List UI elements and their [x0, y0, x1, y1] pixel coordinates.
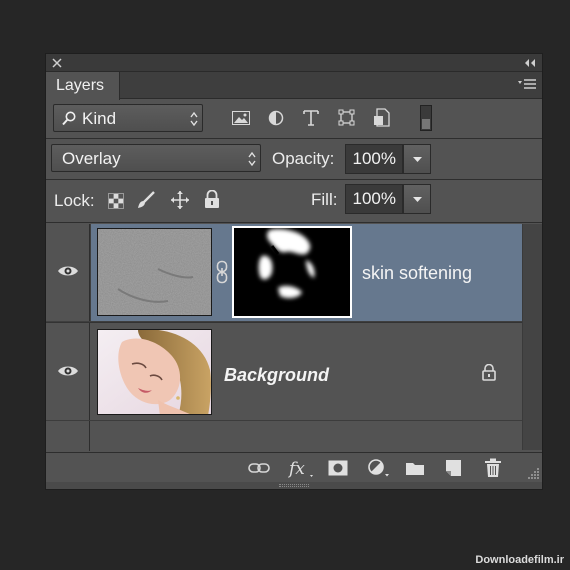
layer-row-skin-softening[interactable]: skin softening: [46, 224, 522, 322]
delete-layer-icon[interactable]: [484, 458, 502, 478]
layer-mask-thumbnail[interactable]: [232, 226, 352, 318]
tab-layers[interactable]: Layers: [46, 72, 120, 100]
type-filter-icon[interactable]: [303, 109, 319, 126]
layer-name[interactable]: Background: [224, 365, 329, 386]
eye-icon[interactable]: [57, 264, 79, 278]
blend-mode-select[interactable]: Overlay: [51, 144, 261, 172]
add-mask-icon[interactable]: [328, 460, 348, 476]
new-layer-icon[interactable]: [445, 459, 462, 477]
divider: [46, 222, 542, 223]
new-group-icon[interactable]: [405, 460, 425, 476]
smart-object-filter-icon[interactable]: [373, 108, 390, 127]
link-mask-icon[interactable]: [216, 260, 228, 284]
divider: [46, 179, 542, 180]
opacity-value: 100%: [352, 149, 396, 168]
layer-lock-icon[interactable]: [482, 364, 496, 381]
fill-dropdown-button[interactable]: [403, 184, 431, 214]
filter-kind-select[interactable]: Kind: [53, 104, 203, 132]
lock-label: Lock:: [54, 191, 95, 210]
opacity-dropdown-button[interactable]: [403, 144, 431, 174]
chevron-down-icon: [413, 157, 422, 162]
resize-grip-icon[interactable]: [528, 467, 540, 479]
fx-icon[interactable]: fx: [288, 458, 316, 480]
lock-all-icon[interactable]: [204, 190, 220, 209]
divider: [46, 138, 542, 139]
chevron-updown-icon: [190, 112, 198, 126]
lock-transparent-pixels-icon[interactable]: [108, 193, 124, 209]
tab-row: Layers: [46, 72, 542, 100]
layer-thumbnail[interactable]: [97, 228, 212, 316]
opacity-label: Opacity:: [272, 149, 335, 168]
svg-text:fx: fx: [288, 459, 305, 479]
shape-filter-icon[interactable]: [338, 109, 355, 126]
layer-name[interactable]: skin softening: [362, 263, 472, 284]
layers-panel: Layers Kind Overlay Opacity: 100% Lock: …: [45, 53, 543, 490]
fill-label: Fill:: [311, 190, 338, 209]
new-adjustment-layer-icon[interactable]: [367, 458, 391, 478]
layer-row-background[interactable]: Background: [46, 322, 522, 420]
watermark: Downloadefilm.ir: [475, 554, 564, 566]
filter-toggle-icon[interactable]: [420, 105, 432, 131]
visibility-column: [46, 421, 90, 451]
blend-mode-label: Overlay: [62, 149, 121, 168]
panel-header: [46, 54, 542, 72]
search-icon: [62, 111, 76, 126]
panel-resize-handle[interactable]: [46, 482, 542, 489]
fill-value: 100%: [352, 189, 396, 208]
adjustment-filter-icon[interactable]: [268, 110, 284, 126]
layer-thumbnail-portrait[interactable]: [97, 329, 212, 415]
eye-icon[interactable]: [57, 364, 79, 378]
image-filter-icon[interactable]: [232, 111, 250, 125]
opacity-field[interactable]: 100%: [345, 144, 403, 174]
scrollbar[interactable]: [522, 224, 542, 450]
chevron-down-icon: [413, 197, 422, 202]
empty-layer-area: [46, 420, 522, 451]
tab-layers-label: Layers: [56, 77, 105, 94]
panel-menu-icon[interactable]: [518, 79, 536, 91]
close-icon[interactable]: [52, 58, 62, 68]
panel-footer: fx: [46, 452, 542, 482]
fill-field[interactable]: 100%: [345, 184, 403, 214]
chevron-updown-icon: [248, 152, 256, 166]
lock-image-pixels-icon[interactable]: [136, 190, 156, 210]
collapse-icon[interactable]: [524, 59, 536, 67]
lock-position-icon[interactable]: [170, 190, 190, 210]
link-layers-icon[interactable]: [248, 462, 270, 474]
filter-kind-label: Kind: [82, 109, 117, 128]
